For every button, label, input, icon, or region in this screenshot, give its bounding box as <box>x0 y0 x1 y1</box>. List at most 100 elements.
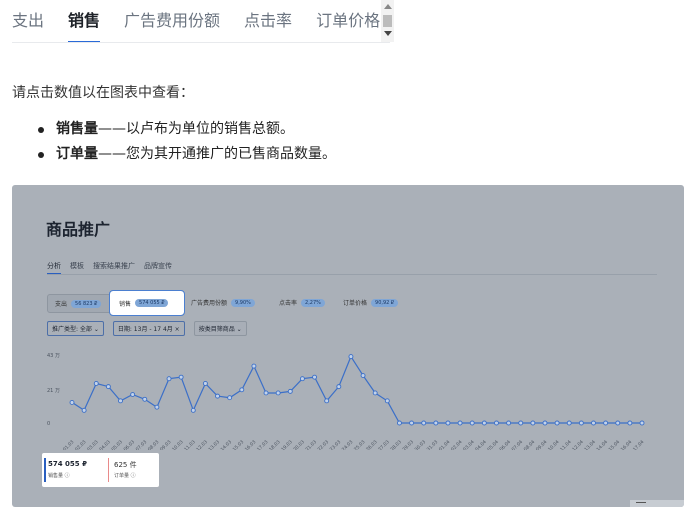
tab-ctr[interactable]: 点击率 <box>244 0 292 43</box>
x-tick-label: 01.04 <box>438 439 452 450</box>
data-point[interactable] <box>360 373 366 379</box>
data-point[interactable] <box>639 420 645 426</box>
data-point[interactable] <box>421 420 427 426</box>
metric-ad-cost-share[interactable]: 广告费用份额 9,90% <box>184 294 270 311</box>
x-tick-label: 03.03 <box>86 439 100 450</box>
data-point[interactable] <box>348 354 354 360</box>
metric-order-price[interactable]: 订单价格 90,92 ₽ <box>336 294 410 311</box>
data-point[interactable] <box>93 381 99 386</box>
tab-ad-cost-share[interactable]: 广告费用份额 <box>124 0 220 43</box>
data-point[interactable] <box>469 420 475 426</box>
metric-value: 90,92 ₽ <box>371 298 399 307</box>
promotion-screenshot: 商品推广 分析 模板 搜索结果推广 品牌宣传 支出 56 823 ₽ 销售 574 … <box>12 185 684 507</box>
sales-line-chart[interactable]: 43 万21 万001.03 02.03 03.03 04.03 05.03 06.03 0… <box>42 350 662 450</box>
data-point[interactable] <box>481 420 487 426</box>
metric-sales[interactable]: 销售 574 055 ₽ <box>109 290 185 316</box>
data-point[interactable] <box>239 387 245 393</box>
metric-tabs: 支出 销售 广告费用份额 点击率 订单价格 <box>0 0 396 44</box>
data-point[interactable] <box>215 393 220 399</box>
subtab-search-promo[interactable]: 搜索结果推广 <box>93 261 135 271</box>
data-point[interactable] <box>324 398 330 404</box>
tab-order-price[interactable]: 订单价格 <box>316 0 380 43</box>
x-tick-label: 16.03 <box>244 439 258 450</box>
promo-type-filter[interactable]: 推广类型: 全部 ⌄ <box>47 321 104 336</box>
scroll-down-icon[interactable] <box>384 31 392 36</box>
data-point[interactable] <box>566 420 572 426</box>
data-point[interactable] <box>202 381 208 386</box>
data-point[interactable] <box>227 395 233 401</box>
data-point[interactable] <box>506 420 512 426</box>
metric-value: 56 823 ₽ <box>71 299 102 308</box>
data-point[interactable] <box>105 384 111 390</box>
data-point[interactable] <box>494 420 499 426</box>
data-point[interactable] <box>554 420 560 426</box>
x-tick-label: 01.03 <box>62 439 76 450</box>
data-point[interactable] <box>251 363 257 369</box>
data-point[interactable] <box>591 420 596 426</box>
x-tick-label: 30.03 <box>414 439 428 450</box>
data-point[interactable] <box>578 420 584 426</box>
data-point[interactable] <box>299 376 305 382</box>
filter-bar: 推广类型: 全部 ⌄ 日期: 13月 - 17 4月 × 按类目筛商品 ⌄ <box>47 321 247 336</box>
x-tick-label: 15.03 <box>232 439 246 450</box>
data-point[interactable] <box>263 390 269 396</box>
category-filter[interactable]: 按类目筛商品 ⌄ <box>193 321 247 336</box>
data-point[interactable] <box>372 390 378 396</box>
data-point[interactable] <box>166 376 172 382</box>
data-point[interactable] <box>81 407 87 413</box>
data-point[interactable] <box>336 384 342 390</box>
data-point[interactable] <box>396 420 402 426</box>
data-point[interactable] <box>287 388 293 394</box>
x-tick-label: 11.04 <box>559 439 573 450</box>
x-tick-label: 28.03 <box>389 439 403 450</box>
tabs-scrollbar[interactable] <box>381 0 394 42</box>
data-point[interactable] <box>190 407 196 413</box>
tab-sales[interactable]: 销售 <box>68 0 101 43</box>
x-tick-label: 03.04 <box>462 439 476 450</box>
data-point[interactable] <box>433 420 439 426</box>
data-point[interactable] <box>518 420 524 426</box>
x-tick-label: 31.03 <box>426 439 440 450</box>
data-point[interactable] <box>312 374 318 380</box>
metric-expenses[interactable]: 支出 56 823 ₽ <box>47 294 113 313</box>
data-point[interactable] <box>130 392 136 397</box>
scroll-thumb[interactable] <box>383 15 392 27</box>
subtab-templates[interactable]: 模板 <box>70 261 84 271</box>
data-point[interactable] <box>384 398 390 404</box>
data-point[interactable] <box>142 396 148 402</box>
data-point[interactable] <box>603 420 609 426</box>
metric-label: 订单价格 <box>343 300 368 307</box>
x-tick-label: 12.03 <box>195 439 209 450</box>
date-filter[interactable]: 日期: 13月 - 17 4月 × <box>112 321 185 336</box>
metric-label: 点击率 <box>279 300 298 307</box>
scroll-up-icon[interactable] <box>384 4 392 9</box>
data-point[interactable] <box>542 420 548 426</box>
data-point[interactable] <box>409 420 415 426</box>
orders-total[interactable]: 625 件 <box>114 460 137 470</box>
subtab-analytics[interactable]: 分析 <box>47 261 61 271</box>
data-point[interactable] <box>69 399 75 405</box>
data-point[interactable] <box>275 390 281 396</box>
x-tick-label: 22.03 <box>317 439 331 450</box>
subtab-brand[interactable]: 品牌宣传 <box>144 261 172 271</box>
data-point[interactable] <box>530 420 536 426</box>
metric-ctr[interactable]: 点击率 2,27% <box>272 294 334 311</box>
x-tick-label: 06.04 <box>498 439 512 450</box>
metric-value: 574 055 ₽ <box>135 299 169 307</box>
x-tick-label: 09.03 <box>159 439 173 450</box>
data-point[interactable] <box>154 404 160 410</box>
sales-total[interactable]: 574 055 ₽ <box>48 460 87 468</box>
data-point[interactable] <box>615 420 621 426</box>
term-sales-desc: ——以卢布为单位的销售总额。 <box>98 121 294 137</box>
data-point[interactable] <box>457 420 463 426</box>
metric-value: 9,90% <box>231 298 255 307</box>
intro-text: 请点击数值以在图表中查看： <box>12 85 194 101</box>
tab-expenses[interactable]: 支出 <box>12 0 44 43</box>
data-point[interactable] <box>178 374 184 380</box>
sales-total-label: 销售量 ⓘ <box>48 473 70 479</box>
data-point[interactable] <box>627 420 633 426</box>
data-point[interactable] <box>445 420 451 426</box>
summary-card: 574 055 ₽ 销售量 ⓘ 625 件 订单量 ⓘ <box>42 453 159 487</box>
data-point[interactable] <box>118 398 123 404</box>
term-sales: 销售量 <box>56 121 98 137</box>
